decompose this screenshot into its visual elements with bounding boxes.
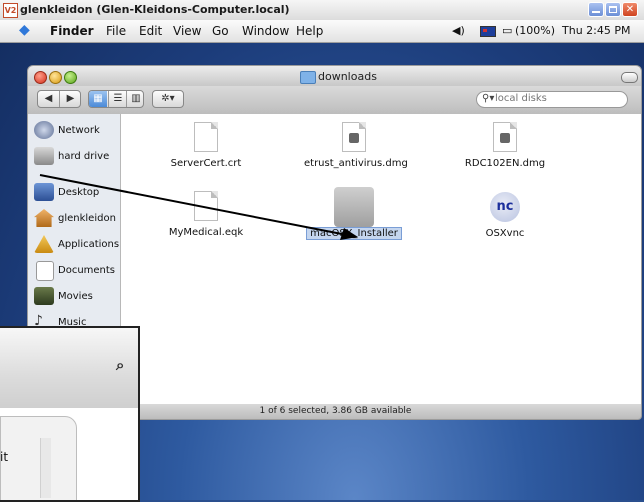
view-mode-buttons: ▦ ☰ ▥ (88, 90, 144, 108)
apple-menu-icon[interactable]: ◆ (19, 23, 33, 38)
finder-title-bar[interactable]: downloads (27, 65, 642, 87)
window-title: downloads (318, 70, 377, 83)
minimize-button[interactable] (588, 2, 604, 17)
sidebar-item-label: glenkleidon (58, 213, 116, 224)
battery-percent[interactable]: (100%) (515, 24, 555, 37)
sidebar-item-documents[interactable]: Documents (32, 260, 120, 282)
vnc-window-title: glenkleidon (Glen-Kleidons-Computer.loca… (20, 3, 290, 16)
menu-finder[interactable]: Finder (50, 24, 94, 38)
menu-view[interactable]: View (173, 24, 201, 38)
file-name: RDC102EN.dmg (464, 158, 546, 169)
volume-icon[interactable]: ◀) (452, 24, 465, 37)
file-item[interactable]: etrust_antivirus.dmg (304, 122, 408, 169)
sidebar-item-label: Network (58, 125, 100, 136)
menu-file[interactable]: File (106, 24, 126, 38)
battery-icon[interactable]: ▭ (502, 24, 512, 37)
overlay-window-crop: ⌕ it (0, 326, 140, 502)
disk-image-icon (493, 122, 517, 152)
sidebar-item-hard-drive[interactable]: hard drive (32, 146, 120, 168)
disk-image-icon (342, 122, 366, 152)
file-name: MyMedical.eqk (168, 227, 244, 238)
search-field[interactable]: ⚲▾ (476, 91, 628, 108)
overlay-panel (0, 416, 77, 500)
file-item[interactable]: ServerCert.crt (156, 122, 256, 169)
file-item[interactable]: nc OSXvnc (455, 192, 555, 239)
sidebar-item-label: Desktop (58, 187, 100, 198)
action-menu-button[interactable]: ✲▾ (152, 90, 184, 108)
menu-edit[interactable]: Edit (139, 24, 162, 38)
icon-view-button[interactable]: ▦ (89, 91, 107, 107)
menu-go[interactable]: Go (212, 24, 229, 38)
toolbar-toggle-button[interactable] (621, 72, 638, 83)
sidebar-item-network[interactable]: Network (32, 120, 120, 142)
file-name: etrust_antivirus.dmg (304, 158, 408, 169)
file-item[interactable]: MyMedical.eqk (156, 191, 256, 238)
file-item[interactable]: RDC102EN.dmg (455, 122, 555, 169)
overlay-text: it (0, 450, 9, 464)
sidebar-item-home[interactable]: glenkleidon (32, 208, 120, 230)
sidebar-item-desktop[interactable]: Desktop (32, 182, 120, 204)
search-input[interactable] (495, 93, 623, 104)
file-name: ServerCert.crt (170, 158, 242, 169)
file-name: macOSX_Installer (306, 227, 402, 240)
finder-toolbar: ◀ ▶ ▦ ☰ ▥ ✲▾ ⚲▾ (27, 86, 642, 114)
desktop-icon (34, 183, 54, 201)
search-icon: ⚲▾ (482, 93, 495, 104)
menu-help[interactable]: Help (296, 24, 323, 38)
maximize-icon (609, 6, 617, 13)
document-icon (194, 191, 218, 221)
vnc-title-bar[interactable]: V2 glenkleidon (Glen-Kleidons-Computer.l… (0, 0, 644, 21)
mac-menubar: ◆ Finder File Edit View Go Window Help ◀… (0, 20, 644, 43)
home-icon (34, 209, 54, 227)
vnc-app-icon: nc (490, 192, 520, 222)
menu-window[interactable]: Window (242, 24, 289, 38)
vnc-logo-icon: V2 (3, 3, 18, 18)
column-view-button[interactable]: ▥ (126, 91, 143, 107)
sidebar-item-label: Applications (58, 239, 120, 250)
window-minimize-button[interactable] (49, 71, 62, 84)
network-icon (34, 121, 54, 139)
window-zoom-button[interactable] (64, 71, 77, 84)
folder-icon (300, 71, 316, 84)
sidebar-item-label: hard drive (58, 151, 110, 162)
forward-button[interactable]: ▶ (60, 91, 81, 107)
search-icon[interactable]: ⌕ (116, 356, 136, 376)
list-view-button[interactable]: ☰ (108, 91, 127, 107)
back-forward-buttons: ◀ ▶ (37, 90, 81, 108)
hard-drive-icon (34, 147, 54, 165)
installer-icon (334, 187, 374, 227)
gear-icon: ✲▾ (161, 93, 175, 104)
applications-icon (34, 235, 54, 253)
input-flag-icon[interactable] (480, 26, 496, 37)
file-item-selected[interactable]: macOSX_Installer (304, 187, 404, 240)
overlay-scrollbar[interactable] (40, 438, 51, 498)
menubar-clock[interactable]: Thu 2:45 PM (562, 24, 630, 37)
close-button[interactable]: ✕ (622, 2, 638, 17)
sidebar-item-label: Movies (58, 291, 93, 302)
sidebar-item-label: Documents (58, 265, 116, 276)
movies-icon (34, 287, 54, 305)
document-icon (194, 122, 218, 152)
file-name: OSXvnc (485, 228, 525, 239)
minimize-icon (592, 11, 600, 13)
sidebar-item-applications[interactable]: Applications (32, 234, 120, 256)
close-icon: ✕ (625, 4, 635, 15)
documents-icon (36, 261, 54, 281)
maximize-button[interactable] (605, 2, 621, 17)
sidebar-item-movies[interactable]: Movies (32, 286, 120, 308)
window-close-button[interactable] (34, 71, 47, 84)
back-button[interactable]: ◀ (38, 91, 60, 107)
